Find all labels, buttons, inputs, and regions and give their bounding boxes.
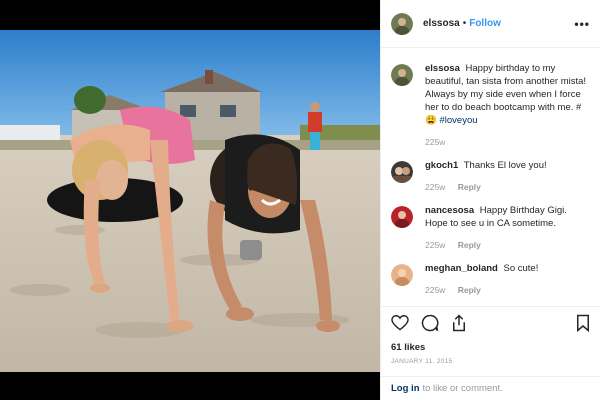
post-author-username[interactable]: elssosa [423,18,460,29]
comment-meta: 225w Reply [425,182,590,192]
avatar[interactable] [391,264,413,286]
list-item: nancesosa Happy Birthday Gigi. Hope to s… [391,204,590,250]
photo-panel [0,0,380,400]
comment-body: gkoch1 Thanks El love you! 225w Reply [425,159,590,192]
avatar[interactable] [391,161,413,183]
comment-username[interactable]: gkoch1 [425,160,458,171]
more-options-icon[interactable]: ••• [574,17,590,31]
follow-button[interactable]: Follow [469,18,501,29]
comment-icon[interactable] [421,314,439,337]
comment-body: elssosa Happy birthday to my beautiful, … [425,62,590,147]
comment-body: meghan_boland So cute! 225w Reply [425,262,590,295]
list-item: elssosa Happy birthday to my beautiful, … [391,62,590,147]
heart-icon[interactable] [391,314,409,336]
action-icon-row [391,313,590,337]
list-item: meghan_boland So cute! 225w Reply [391,262,590,295]
comment-content: So cute! [503,263,539,274]
avatar[interactable] [391,64,413,86]
author-avatar-icon [391,12,413,35]
avatar[interactable] [391,12,413,35]
comment-username[interactable]: elssosa [425,63,460,74]
share-icon[interactable] [451,313,467,337]
login-link[interactable]: Log in [391,383,420,394]
comment-text: meghan_boland So cute! [425,262,590,275]
reply-button[interactable]: Reply [458,182,481,192]
user-avatar-icon [391,161,413,183]
comment-meta: 225w [425,137,590,147]
beach-photo [0,30,380,372]
user-avatar-icon [391,264,413,286]
reply-button[interactable]: Reply [458,285,481,295]
comment-timestamp: 225w [425,285,446,295]
comment-text: nancesosa Happy Birthday Gigi. Hope to s… [425,204,590,230]
comment-timestamp: 225w [425,240,446,250]
login-bar: Log in to like or comment. [381,376,600,400]
comment-meta: 225w Reply [425,285,590,295]
separator-dot: • [462,18,467,29]
post-photo[interactable] [0,30,380,372]
post-date: January 11, 2015 [391,358,453,365]
hashtag-link[interactable]: #loveyou [439,115,477,126]
bookmark-icon[interactable] [576,314,590,337]
avatar[interactable] [391,206,413,228]
comment-content: Thanks El love you! [463,160,547,171]
comment-text: gkoch1 Thanks El love you! [425,159,590,172]
comment-timestamp: 225w [425,137,446,147]
comment-username[interactable]: meghan_boland [425,263,498,274]
post-header: elssosa • Follow ••• [381,0,600,48]
post-sidebar: elssosa • Follow ••• elssosa Happy birth… [380,0,600,400]
comment-meta: 225w Reply [425,240,590,250]
comment-timestamp: 225w [425,182,446,192]
comment-username[interactable]: nancesosa [425,205,474,216]
likes-count[interactable]: 61 likes [391,342,590,353]
post-actions: 61 likes January 11, 2015 [381,306,600,365]
user-avatar-icon [391,206,413,228]
list-item: gkoch1 Thanks El love you! 225w Reply [391,159,590,192]
caption-text: elssosa Happy birthday to my beautiful, … [425,62,590,127]
login-prompt: to like or comment. [422,383,503,394]
author-avatar-icon [391,64,413,86]
comment-body: nancesosa Happy Birthday Gigi. Hope to s… [425,204,590,250]
reply-button[interactable]: Reply [458,240,481,250]
comments-list: elssosa Happy birthday to my beautiful, … [381,48,600,306]
